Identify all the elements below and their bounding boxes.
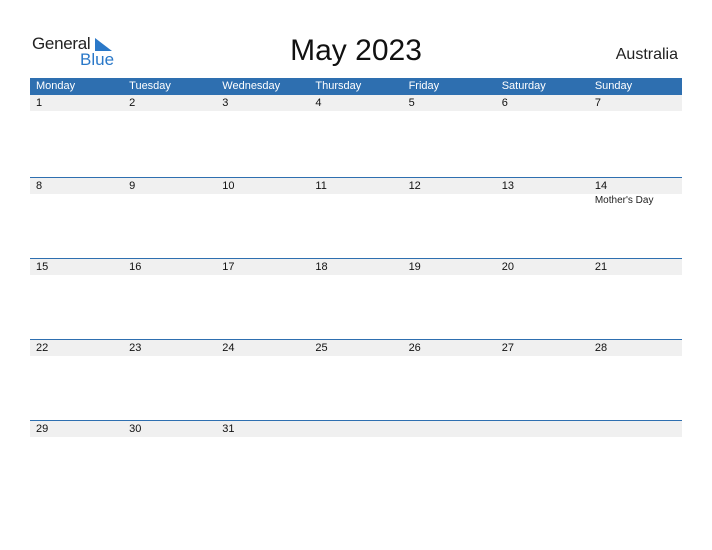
day-number: 12 [408,180,421,192]
day-number: 17 [222,261,235,273]
weekday-friday: Friday [408,80,440,92]
day-number: 22 [36,342,49,354]
holiday-label [309,194,402,208]
week-row: 22 23 24 25 26 27 28 [30,339,682,421]
day-number [589,421,682,437]
day-number: 28 [594,342,608,354]
week-row: 1 2 3 4 5 6 7 [30,95,682,176]
day-number: 8 [36,180,43,192]
date-strip: 15 16 17 18 19 20 21 [30,259,682,275]
day-number: 6 [501,97,508,109]
country-label: Australia [615,46,678,63]
weekday-header: Monday Tuesday Wednesday Thursday Friday Satu… [30,78,682,95]
day-number: 31 [222,423,235,435]
day-number: 26 [408,342,421,354]
holiday-label [30,194,123,208]
day-number: 24 [222,342,235,354]
day-number: 13 [501,180,514,192]
day-number [309,421,402,437]
day-number: 23 [129,342,142,354]
calendar-grid: Monday Tuesday Wednesday Thursday Friday Satu… [30,78,682,437]
date-strip: 29 30 31 [30,421,682,437]
weekday-monday: Monday [36,80,76,92]
week-row: 8 9 10 11 12 13 14 Mother's Day [30,177,682,259]
weekday-saturday: Saturday [501,80,546,92]
holiday-label [216,194,309,208]
day-number: 7 [594,97,601,109]
day-number: 20 [501,261,514,273]
holiday-label [123,194,216,208]
weekday-sunday: Sunday [594,80,633,92]
day-number: 19 [408,261,421,273]
week-row: 15 16 17 18 19 20 21 [30,258,682,340]
date-strip: 8 9 10 11 12 13 14 [30,178,682,194]
day-number: 21 [594,261,608,273]
day-number: 27 [501,342,514,354]
day-number: 11 [315,180,327,192]
day-number: 9 [129,180,136,192]
day-number: 16 [129,261,142,273]
date-strip: 1 2 3 4 5 6 7 [30,95,682,111]
day-number: 30 [129,423,142,435]
day-number: 3 [222,97,229,109]
holiday-label: Mother's Day [594,195,654,206]
day-number [403,421,496,437]
day-number: 25 [315,342,328,354]
day-number: 29 [36,423,49,435]
day-number: 15 [36,261,49,273]
calendar-title: May 2023 [290,34,422,67]
day-number: 10 [222,180,235,192]
date-strip: 22 23 24 25 26 27 28 [30,340,682,356]
week-row: 29 30 31 [30,420,682,502]
day-number: 1 [36,97,43,109]
holiday-label [403,194,496,208]
weekday-wednesday: Wednesday [222,80,281,92]
weekday-thursday: Thursday [315,80,362,92]
day-number: 5 [408,97,415,109]
events-row: Mother's Day [30,194,682,208]
day-number [496,421,589,437]
holiday-label [496,194,589,208]
day-number: 4 [315,97,322,109]
day-number: 18 [315,261,328,273]
day-number: 14 [594,180,608,192]
weekday-tuesday: Tuesday [129,80,171,92]
day-number: 2 [129,97,136,109]
